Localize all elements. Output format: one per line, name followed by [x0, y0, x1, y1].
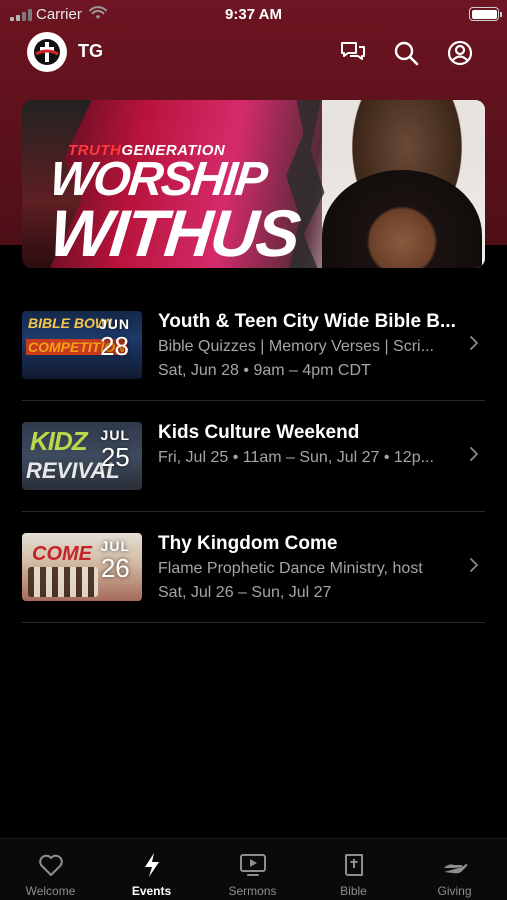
status-bar: Carrier 9:37 AM [0, 0, 507, 30]
event-row[interactable]: COME JUL 26 Thy Kingdom Come Flame Proph… [22, 512, 485, 623]
tab-giving[interactable]: Giving [404, 839, 505, 900]
event-subtitle: Fri, Jul 25 • 11am – Sun, Jul 27 • 12p..… [158, 449, 434, 466]
tab-bar: Welcome Events Sermons Bible Giving [0, 838, 507, 900]
event-thumbnail: BIBLE BOWL COMPETITION JUN 28 [22, 311, 142, 379]
chat-icon[interactable] [338, 38, 368, 68]
status-time: 9:37 AM [225, 6, 282, 23]
tv-play-icon [239, 851, 267, 879]
tab-sermons[interactable]: Sermons [202, 839, 303, 900]
heart-icon [37, 851, 65, 879]
banner-headline-2: WITHUS [46, 196, 303, 268]
app-title: TG [78, 41, 103, 61]
event-thumbnail: COME JUL 26 [22, 533, 142, 601]
tab-welcome[interactable]: Welcome [0, 839, 101, 900]
chevron-right-icon [470, 447, 478, 461]
event-subtitle: Bible Quizzes | Memory Verses | Scri... [158, 338, 434, 355]
search-icon[interactable] [391, 38, 421, 68]
event-date-badge: JUN 28 [98, 316, 130, 361]
event-title: Youth & Teen City Wide Bible B... [158, 311, 456, 332]
featured-banner[interactable]: TRUTHGENERATION WORSHIP WITHUS [22, 100, 485, 268]
event-time: Sat, Jul 26 – Sun, Jul 27 [158, 584, 332, 601]
tab-events[interactable]: Events [101, 839, 202, 900]
event-date-badge: JUL 25 [100, 427, 130, 472]
bible-icon [340, 851, 368, 879]
cross-logo-icon [34, 39, 60, 65]
event-subtitle: Flame Prophetic Dance Ministry, host [158, 560, 423, 577]
chevron-right-icon [470, 336, 478, 350]
event-date-badge: JUL 26 [100, 538, 130, 583]
event-time: Sat, Jun 28 • 9am – 4pm CDT [158, 362, 371, 379]
events-list: BIBLE BOWL COMPETITION JUN 28 Youth & Te… [22, 290, 485, 623]
event-row[interactable]: BIBLE BOWL COMPETITION JUN 28 Youth & Te… [22, 290, 485, 401]
event-title: Kids Culture Weekend [158, 422, 360, 443]
tab-bible[interactable]: Bible [303, 839, 404, 900]
chevron-right-icon [470, 558, 478, 572]
profile-icon[interactable] [445, 38, 475, 68]
battery-icon [469, 7, 502, 21]
event-title: Thy Kingdom Come [158, 533, 338, 554]
app-logo[interactable] [27, 32, 67, 72]
event-row[interactable]: KIDZ REVIVAL JUL 25 Kids Culture Weekend… [22, 401, 485, 512]
lightning-icon [138, 851, 166, 879]
event-thumbnail: KIDZ REVIVAL JUL 25 [22, 422, 142, 490]
giving-hand-icon [441, 851, 469, 879]
